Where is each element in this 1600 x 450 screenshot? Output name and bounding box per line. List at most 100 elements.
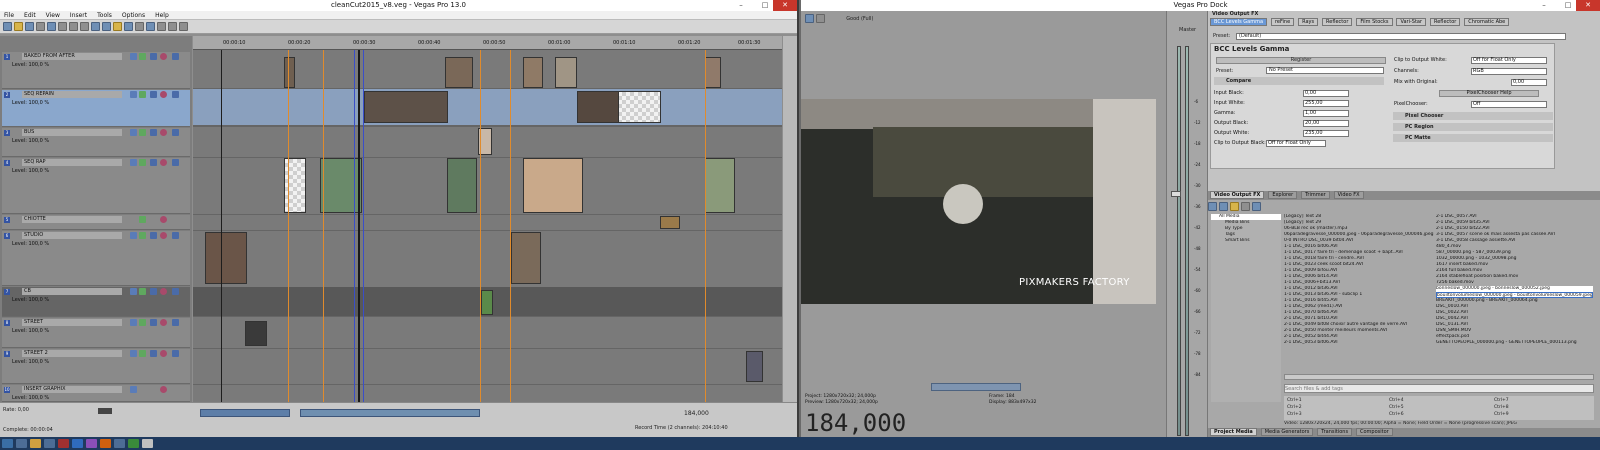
video-clip[interactable] bbox=[205, 232, 247, 284]
capture-icon[interactable] bbox=[1218, 202, 1228, 211]
preview-quality[interactable]: Good (Full) bbox=[846, 16, 873, 22]
normal-edit-tool-icon[interactable] bbox=[146, 22, 155, 31]
pc-matte-section[interactable]: PC Matte bbox=[1393, 134, 1553, 142]
track-header[interactable]: 6 STUDIO Level: 100,0 % bbox=[2, 231, 190, 286]
folder-icon[interactable] bbox=[30, 439, 41, 448]
menu-view[interactable]: View bbox=[46, 11, 60, 19]
tab-video-fx[interactable]: Video FX bbox=[1333, 191, 1364, 199]
param-value[interactable]: 0,00 bbox=[1303, 90, 1349, 97]
paste-icon[interactable] bbox=[80, 22, 89, 31]
video-clip[interactable] bbox=[660, 216, 680, 229]
composite-icon[interactable] bbox=[172, 288, 179, 295]
tab-transitions[interactable]: Transitions bbox=[1317, 428, 1353, 436]
track-header[interactable]: 9 STREET 2 Level: 100,0 % bbox=[2, 349, 190, 384]
solo-icon[interactable] bbox=[160, 91, 167, 98]
track-name[interactable]: CHIOTTE bbox=[22, 216, 122, 223]
close-button[interactable]: ✕ bbox=[1576, 0, 1600, 11]
param-value[interactable]: 255,00 bbox=[1303, 100, 1349, 107]
menu-options[interactable]: Options bbox=[122, 11, 145, 19]
master-fader[interactable] bbox=[1171, 191, 1181, 197]
playhead-cursor[interactable] bbox=[358, 50, 360, 402]
solo-icon[interactable] bbox=[160, 319, 167, 326]
shortcut[interactable]: Ctrl+6 bbox=[1389, 411, 1404, 418]
track-name[interactable]: SEQ RAP bbox=[22, 159, 122, 166]
param-value[interactable]: 1,00 bbox=[1303, 110, 1349, 117]
shortcut[interactable]: Ctrl+8 bbox=[1494, 404, 1509, 411]
fx-icon[interactable] bbox=[139, 350, 146, 357]
preview-external-icon[interactable] bbox=[815, 14, 825, 23]
tab-compositor[interactable]: Compositor bbox=[1355, 428, 1393, 436]
mute-icon[interactable] bbox=[150, 288, 157, 295]
video-clip[interactable] bbox=[447, 158, 477, 213]
fx-icon[interactable] bbox=[139, 129, 146, 136]
motion-icon[interactable] bbox=[130, 386, 137, 393]
taskbar-app-icon[interactable] bbox=[16, 439, 27, 448]
fx-icon[interactable] bbox=[139, 232, 146, 239]
motion-icon[interactable] bbox=[130, 129, 137, 136]
motion-icon[interactable] bbox=[130, 53, 137, 60]
pixel-chooser-section[interactable]: Pixel Chooser bbox=[1393, 112, 1553, 120]
video-clip[interactable] bbox=[746, 351, 763, 382]
cut-icon[interactable] bbox=[58, 22, 67, 31]
video-clip[interactable] bbox=[364, 91, 448, 123]
track-name[interactable]: BUS bbox=[22, 129, 122, 136]
track-name[interactable]: STUDIO bbox=[22, 232, 122, 239]
minimize-button[interactable]: – bbox=[1536, 0, 1552, 11]
video-clip[interactable] bbox=[481, 290, 493, 315]
video-clip[interactable] bbox=[511, 232, 541, 284]
composite-icon[interactable] bbox=[172, 129, 179, 136]
compare-section[interactable]: Compare bbox=[1214, 77, 1384, 85]
video-clip[interactable] bbox=[320, 158, 362, 213]
track-header[interactable]: 7 CB Level: 100,0 % bbox=[2, 287, 190, 317]
motion-icon[interactable] bbox=[130, 288, 137, 295]
video-clip[interactable] bbox=[577, 91, 619, 123]
param-value[interactable]: 20,00 bbox=[1303, 120, 1349, 127]
maximize-button[interactable]: □ bbox=[1560, 0, 1576, 11]
taskbar-app-icon[interactable] bbox=[86, 439, 97, 448]
track-header[interactable]: 3 BUS Level: 100,0 % bbox=[2, 128, 190, 157]
track-header[interactable]: 2 SEQ REPAIN Level: 100,0 % bbox=[2, 90, 190, 127]
fx-icon[interactable] bbox=[139, 319, 146, 326]
fx-tab-bcc-levels-gamma[interactable]: BCC Levels Gamma bbox=[1210, 18, 1268, 26]
shortcut[interactable]: Ctrl+2 bbox=[1287, 404, 1302, 411]
taskbar-app-icon[interactable] bbox=[100, 439, 111, 448]
track-header[interactable]: 10 INSERT GRAPHIX Level: 100,0 % bbox=[2, 385, 190, 402]
track-name[interactable]: BAKED FROM AFTER bbox=[22, 53, 122, 60]
mute-icon[interactable] bbox=[150, 159, 157, 166]
start-button-icon[interactable] bbox=[2, 439, 13, 448]
param-dropdown[interactable]: Off bbox=[1471, 101, 1547, 108]
minimize-button[interactable]: – bbox=[733, 0, 749, 11]
solo-icon[interactable] bbox=[160, 232, 167, 239]
video-clip[interactable] bbox=[705, 57, 721, 88]
fx-tab[interactable]: Reflector bbox=[1322, 18, 1353, 26]
fx-tab[interactable]: Rays bbox=[1298, 18, 1319, 26]
video-clip[interactable] bbox=[284, 57, 295, 88]
media-item[interactable]: 2-1 DSC_0053 bit06.AVI bbox=[1284, 340, 1434, 346]
rate-slider[interactable] bbox=[98, 408, 112, 414]
auto-ripple-icon[interactable] bbox=[124, 22, 133, 31]
media-fx-icon[interactable] bbox=[1251, 202, 1261, 211]
track-name[interactable]: STREET 2 bbox=[22, 350, 122, 357]
composite-icon[interactable] bbox=[172, 350, 179, 357]
fx-tab[interactable]: reFine bbox=[1270, 18, 1295, 26]
composite-icon[interactable] bbox=[172, 53, 179, 60]
preset-dropdown[interactable]: (Default) bbox=[1236, 33, 1566, 40]
solo-icon[interactable] bbox=[160, 216, 167, 223]
lock-envelopes-icon[interactable] bbox=[135, 22, 144, 31]
open-folder-icon[interactable] bbox=[14, 22, 23, 31]
vertical-scrollbar[interactable] bbox=[783, 36, 797, 402]
selection-tool-icon[interactable] bbox=[168, 22, 177, 31]
save-icon[interactable] bbox=[25, 22, 34, 31]
vegas-taskbar-icon[interactable] bbox=[142, 439, 153, 448]
shortcut[interactable]: Ctrl+5 bbox=[1389, 404, 1404, 411]
taskbar-app-icon[interactable] bbox=[72, 439, 83, 448]
fx-icon[interactable] bbox=[139, 288, 146, 295]
taskbar-app-icon[interactable] bbox=[44, 439, 55, 448]
solo-icon[interactable] bbox=[160, 129, 167, 136]
menu-edit[interactable]: Edit bbox=[24, 11, 36, 19]
video-clip[interactable] bbox=[555, 57, 577, 88]
motion-icon[interactable] bbox=[130, 350, 137, 357]
mute-icon[interactable] bbox=[150, 232, 157, 239]
zoom-tool-icon[interactable] bbox=[179, 22, 188, 31]
fx-tab[interactable]: Reflector bbox=[1429, 18, 1461, 26]
